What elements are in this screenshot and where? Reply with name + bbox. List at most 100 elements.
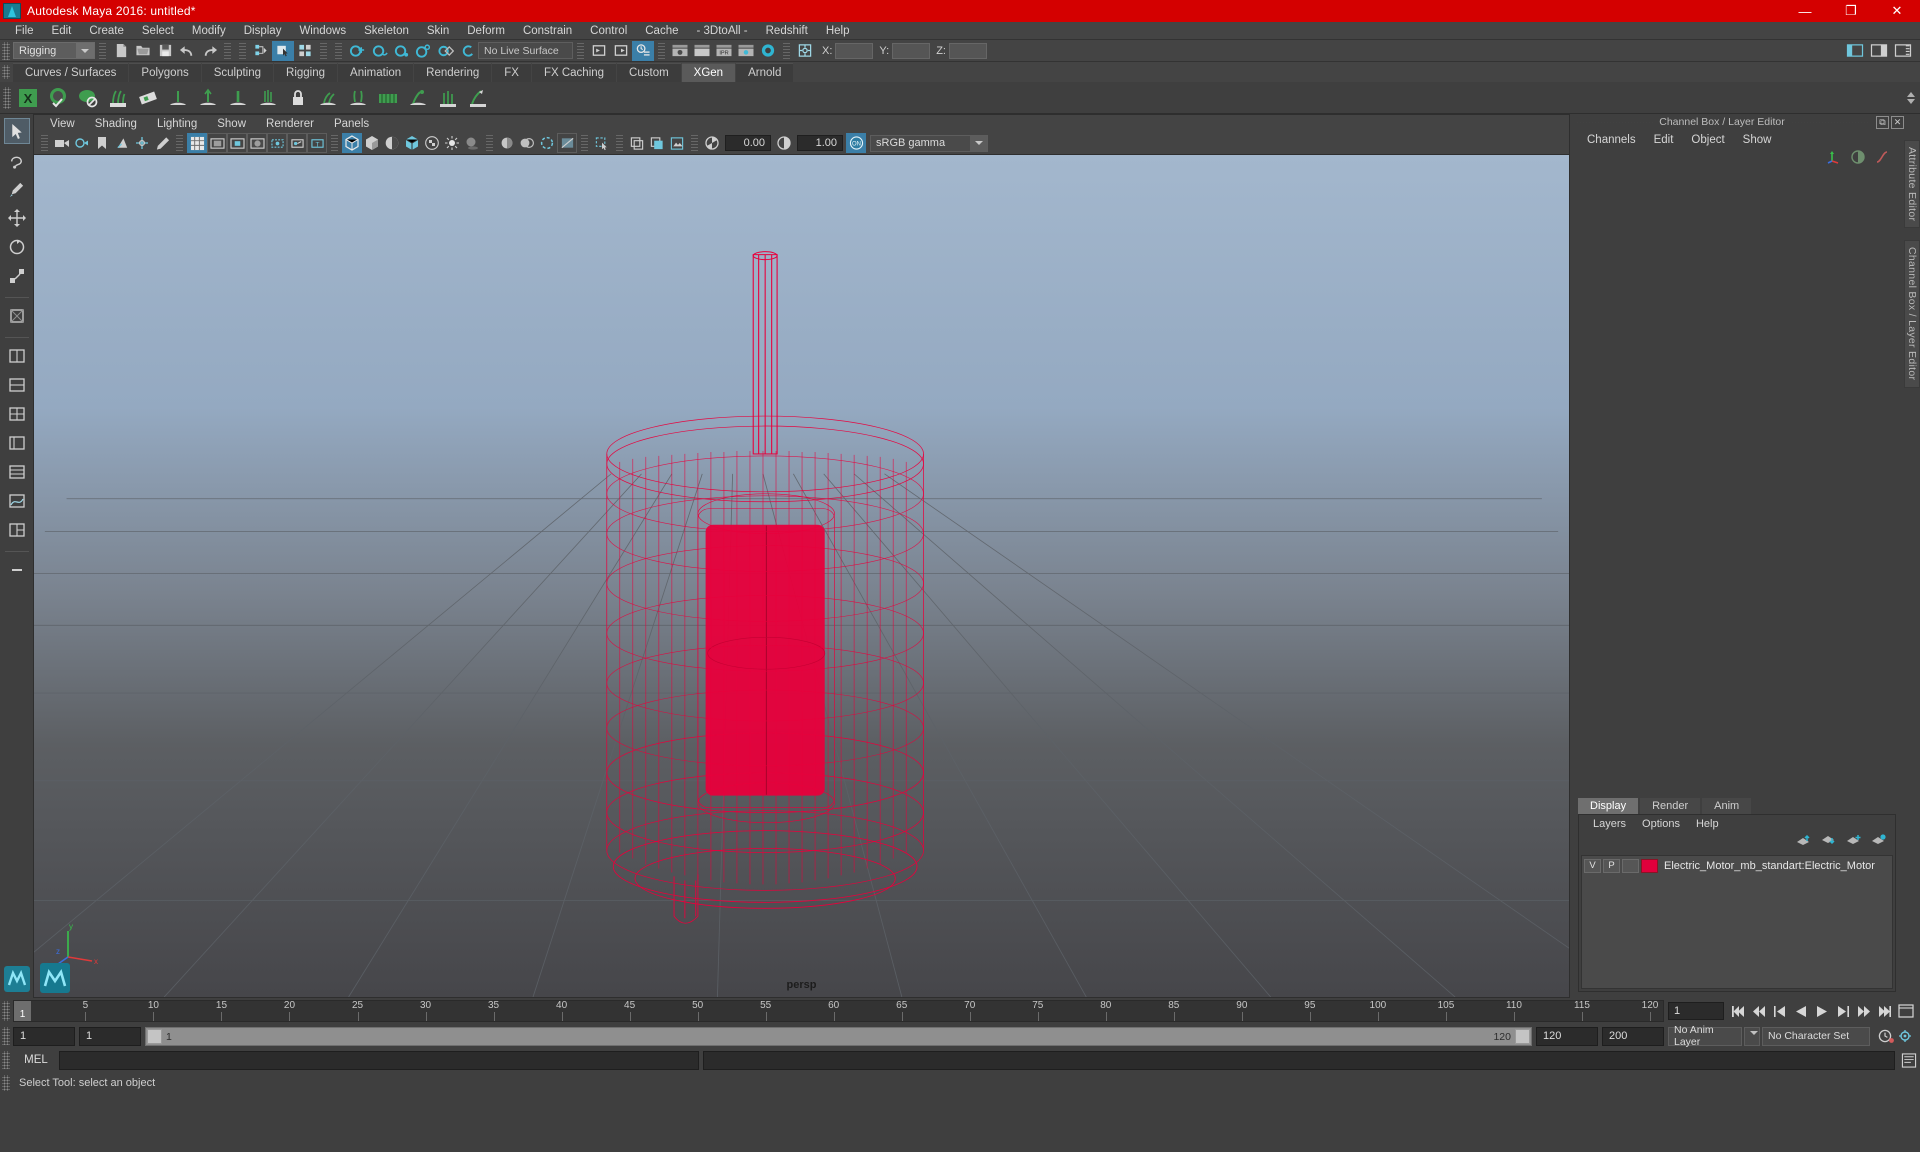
- play-backwards-icon[interactable]: [1791, 1001, 1811, 1021]
- show-hide-attribute-editor-icon[interactable]: [1868, 41, 1890, 61]
- new-layer-from-selected-icon[interactable]: [1871, 834, 1887, 852]
- coord-x-field[interactable]: [835, 42, 874, 59]
- smooth-shade-all-icon[interactable]: [362, 133, 382, 153]
- shelf-tab-fx-caching[interactable]: FX Caching: [531, 63, 617, 82]
- xgen-guide-place-icon[interactable]: [404, 84, 432, 112]
- current-frame-indicator[interactable]: 1: [14, 1001, 31, 1021]
- rotate-tool[interactable]: [4, 234, 30, 260]
- shelf-scroll-up-icon[interactable]: [1907, 92, 1915, 97]
- select-by-object-icon[interactable]: [272, 40, 294, 61]
- new-layer-icon[interactable]: [1846, 834, 1862, 852]
- color-management-toggle-icon[interactable]: [557, 133, 577, 153]
- camera-attributes-icon[interactable]: [72, 133, 92, 153]
- snap-to-grid-icon[interactable]: [346, 41, 368, 61]
- xgen-noise-brush-icon[interactable]: [254, 84, 282, 112]
- menu-item-3dtoall[interactable]: - 3DtoAll -: [688, 22, 757, 40]
- anti-alias-icon[interactable]: [537, 133, 557, 153]
- menuset-selector[interactable]: Rigging: [13, 42, 95, 59]
- layer-shading-toggle[interactable]: [1622, 858, 1639, 873]
- film-gate-icon[interactable]: [207, 133, 227, 153]
- layer-tab-display[interactable]: Display: [1578, 798, 1639, 814]
- viewport-menu-renderer[interactable]: Renderer: [256, 115, 324, 133]
- select-by-component-icon[interactable]: [294, 41, 316, 61]
- select-tool[interactable]: [3, 118, 30, 144]
- motion-blur-icon[interactable]: [517, 133, 537, 153]
- anim-layer-selector[interactable]: No Anim Layer: [1668, 1024, 1742, 1048]
- xgen-density-brush-icon[interactable]: [164, 84, 192, 112]
- statusline-grip[interactable]: [2, 41, 10, 60]
- xgen-convert-primitives-icon[interactable]: [464, 84, 492, 112]
- move-manipulator-icon[interactable]: [794, 41, 816, 61]
- command-output[interactable]: [703, 1050, 1895, 1070]
- quad-draw-tool[interactable]: [4, 303, 30, 329]
- channelbox-menu-show[interactable]: Show: [1734, 134, 1781, 146]
- xgen-comb-brush-icon[interactable]: [314, 84, 342, 112]
- xgen-create-description-icon[interactable]: [44, 84, 72, 112]
- xgen-disable-description-icon[interactable]: [74, 84, 102, 112]
- gamma-icon[interactable]: [774, 133, 794, 153]
- scale-tool[interactable]: [4, 263, 30, 289]
- xgen-width-brush-icon[interactable]: [224, 84, 252, 112]
- layout-outliner-persp-icon[interactable]: [4, 430, 30, 456]
- snap-to-view-plane-icon[interactable]: [434, 41, 456, 61]
- smooth-shade-selected-icon[interactable]: [382, 133, 402, 153]
- animation-start-field[interactable]: 1: [13, 1026, 75, 1046]
- timeslider-grip[interactable]: [2, 1001, 10, 1021]
- textured-icon[interactable]: [422, 133, 442, 153]
- viewport-menu-shading[interactable]: Shading: [85, 115, 147, 133]
- layer-list[interactable]: V P Electric_Motor_mb_standart:Electric_Mo…: [1581, 855, 1893, 989]
- step-forward-key-icon[interactable]: [1833, 1001, 1853, 1021]
- xgen-groom-brush-icon[interactable]: [104, 84, 132, 112]
- grease-pencil-icon[interactable]: [152, 133, 172, 153]
- menu-item-display[interactable]: Display: [235, 22, 291, 40]
- screen-space-ao-icon[interactable]: [497, 133, 517, 153]
- shelf-tab-custom[interactable]: Custom: [617, 63, 681, 82]
- shelf-tab-rendering[interactable]: Rendering: [414, 63, 492, 82]
- redshift-settings-icon[interactable]: [735, 41, 757, 61]
- gamma-field[interactable]: 1.00: [797, 135, 843, 151]
- shelf-scroll-arrows[interactable]: [1904, 82, 1918, 114]
- snap-to-point-icon[interactable]: [390, 41, 412, 61]
- command-language-label[interactable]: MEL: [13, 1054, 59, 1066]
- current-frame-field[interactable]: 1: [1668, 1002, 1724, 1020]
- layermenu-layers[interactable]: Layers: [1585, 818, 1634, 830]
- range-bar[interactable]: 1 120: [145, 1026, 1532, 1046]
- xgen-length-brush-icon[interactable]: [194, 84, 222, 112]
- paste-render-icon[interactable]: [647, 133, 667, 153]
- layermenu-options[interactable]: Options: [1634, 818, 1688, 830]
- shadows-icon[interactable]: [462, 133, 482, 153]
- open-render-view-icon[interactable]: [588, 41, 610, 61]
- xgen-part-brush-icon[interactable]: [344, 84, 372, 112]
- table-row[interactable]: V P Electric_Motor_mb_standart:Electric_Mo…: [1584, 858, 1890, 873]
- menu-item-deform[interactable]: Deform: [458, 22, 514, 40]
- vertical-tab-channel-box-layer-editor[interactable]: Channel Box / Layer Editor: [1904, 240, 1920, 388]
- viewport-menu-lighting[interactable]: Lighting: [147, 115, 207, 133]
- shelf-icon-grip[interactable]: [3, 86, 11, 109]
- dock-undock-button[interactable]: ⧉: [1876, 115, 1889, 129]
- perspective-viewport[interactable]: y x z persp: [33, 154, 1570, 998]
- xgen-clump-modifier-icon[interactable]: [134, 84, 162, 112]
- shelf-tab-xgen[interactable]: XGen: [681, 63, 736, 82]
- step-back-frame-icon[interactable]: [1749, 1001, 1769, 1021]
- shelf-scroll-down-icon[interactable]: [1907, 99, 1915, 104]
- wireframe-shading-icon[interactable]: [342, 133, 362, 153]
- channel-box-content[interactable]: [1570, 168, 1904, 797]
- layout-extra-icon[interactable]: [4, 517, 30, 543]
- menu-item-constrain[interactable]: Constrain: [514, 22, 581, 40]
- exposure-field[interactable]: 0.00: [725, 135, 771, 151]
- channelbox-menu-edit[interactable]: Edit: [1645, 134, 1683, 146]
- redshift-logo-icon[interactable]: [757, 41, 779, 61]
- render-settings-icon[interactable]: [632, 40, 654, 61]
- xgen-interactive-groom-icon[interactable]: [374, 84, 402, 112]
- layout-four-pane-icon[interactable]: [4, 401, 30, 427]
- animation-preferences-gear-icon[interactable]: [1896, 1026, 1916, 1046]
- layout-hypershade-icon[interactable]: [4, 459, 30, 485]
- viewport-menu-view[interactable]: View: [40, 115, 85, 133]
- resolution-gate-icon[interactable]: [227, 133, 247, 153]
- command-input[interactable]: [59, 1050, 699, 1070]
- anim-curve-icon[interactable]: [1874, 149, 1890, 170]
- half-circle-icon[interactable]: [1850, 149, 1866, 170]
- shelf-grip[interactable]: [2, 65, 10, 79]
- redo-icon[interactable]: [198, 41, 220, 61]
- snap-to-projected-center-icon[interactable]: [412, 41, 434, 61]
